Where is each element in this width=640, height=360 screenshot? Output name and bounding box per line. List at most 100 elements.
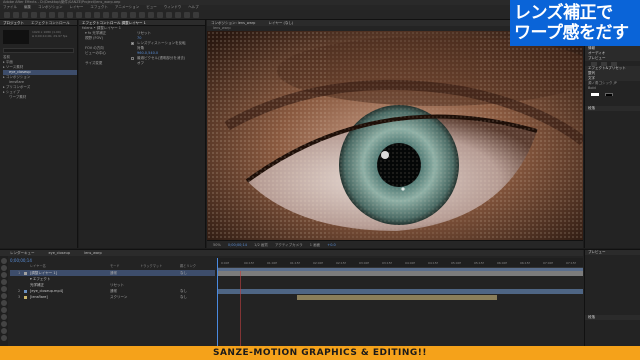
effect-property-row[interactable]: サイズ変更 オフ [79,61,205,66]
effect-checkbox[interactable] [131,57,134,60]
timeline-tool-icon[interactable] [1,279,7,285]
tool-button-icon[interactable] [148,12,154,18]
menu-item[interactable]: コンポジション [38,5,63,9]
layer-name[interactable]: [lensflare] [30,294,48,300]
tool-button-icon[interactable] [76,12,82,18]
timeline-tool-icon[interactable] [1,300,7,306]
menu-item[interactable]: エフェクト [90,5,108,9]
tool-button-icon[interactable] [85,12,91,18]
tab-composition[interactable]: コンポジション: lens_warp [211,21,255,25]
timeline-tool-icon[interactable] [1,286,7,292]
panel-paragraph-header-2[interactable]: 段落 [585,315,640,320]
layer-label-color[interactable] [24,283,27,287]
tool-button-icon[interactable] [67,12,73,18]
stroke-color-swatch[interactable] [605,93,614,96]
ruler-tick-label: 02:00f [313,261,323,265]
timeline-tool-icon[interactable] [1,265,7,271]
menu-item[interactable]: アニメーション [115,5,139,9]
tool-button-icon[interactable] [58,12,64,18]
tool-button-icon[interactable] [40,12,46,18]
tool-button-icon[interactable] [4,12,10,18]
tab-effect-controls[interactable]: エフェクトコントロール [31,21,70,25]
tab-layer[interactable]: レイヤー (なし) [269,21,294,25]
menu-item[interactable]: 編集 [24,5,31,9]
project-thumbnail [3,30,29,44]
playhead[interactable] [217,258,218,347]
project-item-label: ▸ シェイプ [3,90,20,94]
timeline-tab[interactable]: lens_warp [84,251,102,255]
col-parent[interactable]: 親とリンク [180,264,196,269]
tool-button-icon[interactable] [112,12,118,18]
right-side-panels: 情報 オーディオ プレビュー エフェクト&プリセット 整列 文字 源ノ角ゴシック… [584,46,640,248]
tool-button-icon[interactable] [193,12,199,18]
timeline-tool-icon[interactable] [1,272,7,278]
timeline-tool-icon[interactable] [1,293,7,299]
tool-button-icon[interactable] [184,12,190,18]
layer-mode[interactable]: スクリーン [110,294,127,300]
layer-label-color[interactable] [24,271,27,275]
timeline-ruler[interactable]: 0:00f 00:15f 01:00f 01:15f 02:00f 02:15f 03:00… [217,258,583,268]
zoom-level[interactable]: 50% [213,243,221,247]
layer-label-color[interactable] [24,289,27,293]
layer-label-color[interactable] [24,277,27,281]
tool-button-icon[interactable] [22,12,28,18]
col-layer-name[interactable]: レイヤー名 [30,264,46,269]
col-mode[interactable]: モード [110,264,120,269]
layer-label-color[interactable] [24,295,27,299]
project-item[interactable]: ワープ素材 [3,95,77,100]
timeline-panel: レンダーキュー eye_closeup lens_warp 0;00;00;14 レ… [0,249,640,347]
tool-button-icon[interactable] [139,12,145,18]
tool-button-icon[interactable] [121,12,127,18]
tool-button-icon[interactable] [130,12,136,18]
exposure-value[interactable]: +0.0 [327,243,336,247]
timeline-tool-icon[interactable] [1,335,7,341]
project-panel: プロジェクト エフェクトコントロール 1920 x 1080 (1.00) Δ … [0,20,78,248]
timeline-timecode[interactable]: 0;00;00;14 [10,258,32,263]
tab-project[interactable]: プロジェクト [3,21,24,25]
tool-button-icon[interactable] [175,12,181,18]
tool-button-icon[interactable] [166,12,172,18]
timeline-layer-row[interactable]: 3 [lensflare] スクリーン なし [10,294,215,300]
tool-button-icon[interactable] [49,12,55,18]
layer-bar-eye[interactable] [217,289,583,294]
timeline-tool-icon[interactable] [1,328,7,334]
tool-button-icon[interactable] [157,12,163,18]
menu-item[interactable]: ヘルプ [188,5,199,9]
composition-viewer[interactable] [207,31,583,240]
timeline-tool-icon[interactable] [1,258,7,264]
effect-checkbox[interactable] [131,42,134,45]
timeline-tool-icon[interactable] [1,321,7,327]
footer-banner: SANZE-MOTION GRAPHICS & EDITING!! [0,346,640,360]
panel-paragraph-header[interactable]: 段落 [585,106,640,111]
project-item-label: 名前 [3,55,10,59]
layer-bar-flare[interactable] [297,295,497,300]
ruler-tick-label: 05:15f [474,261,484,265]
col-trkmat[interactable]: トラックマット [140,264,162,269]
tab-effect-controls-layer[interactable]: エフェクトコントロール 調整レイヤー 1 [82,21,146,25]
timeline-tool-icon[interactable] [1,307,7,313]
timeline-tool-icon[interactable] [1,314,7,320]
effect-property-list: ▾ fx 光学補正 リセット 視野 (FOV) 70 レンズディストーションを反転 FOV… [79,31,205,66]
tool-button-icon[interactable] [31,12,37,18]
layer-parent[interactable]: なし [180,294,187,300]
ruler-tick-label: 0:00f [221,261,229,265]
tool-button-icon[interactable] [94,12,100,18]
tool-button-icon[interactable] [103,12,109,18]
menu-item[interactable]: ウィンドウ [164,5,182,9]
views-select[interactable]: 1 画面 [310,243,320,247]
layer-bar-adjustment[interactable] [217,271,583,276]
menu-item[interactable]: ファイル [3,5,17,9]
viewer-timecode[interactable]: 0;00;00;14 [228,243,247,247]
timeline-tab[interactable]: eye_closeup [49,251,71,255]
fill-color-swatch[interactable] [591,93,599,96]
resolution-select[interactable]: 1/2 画質 [254,243,268,247]
timeline-tab[interactable]: レンダーキュー [10,251,35,255]
menu-item[interactable]: ビュー [146,5,157,9]
effect-property-value[interactable]: オフ [137,61,144,66]
camera-select[interactable]: アクティブカメラ [275,243,303,247]
project-item-label: ▸ ソース素材 [3,65,24,69]
tool-button-icon[interactable] [13,12,19,18]
project-search-input[interactable] [3,48,74,53]
menu-item[interactable]: レイヤー [70,5,84,9]
viewer-controls: 50% 0;00;00;14 1/2 画質 アクティブカメラ 1 画面 +0.0 [207,240,583,248]
